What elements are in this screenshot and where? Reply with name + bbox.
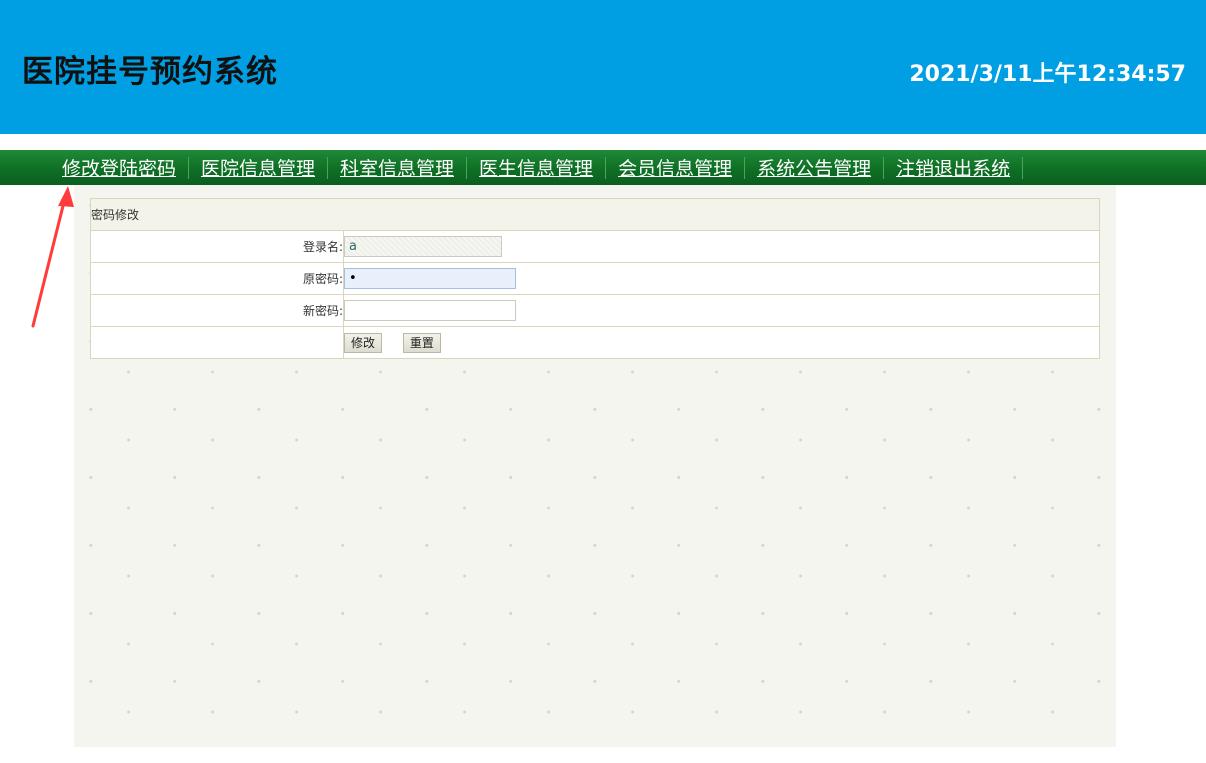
current-datetime: 2021/3/11上午12:34:57 [909, 62, 1186, 87]
content-area: 密码修改 登录名: a 原密码: • 新密码: 修改 重置 [74, 185, 1116, 747]
submit-button[interactable]: 修改 [344, 332, 383, 353]
nav-separator [1022, 156, 1024, 179]
app-header: 医院挂号预约系统 2021/3/11上午12:34:57 [0, 0, 1206, 134]
form-row-actions: 修改 重置 [90, 326, 1100, 359]
arrow-icon [31, 186, 74, 328]
app-title: 医院挂号预约系统 [22, 54, 278, 90]
login-name-field[interactable]: a [344, 236, 502, 257]
nav-item-announcements[interactable]: 系统公告管理 [745, 154, 883, 181]
nav-item-department-info[interactable]: 科室信息管理 [328, 154, 466, 181]
nav-item-change-password[interactable]: 修改登陆密码 [50, 154, 188, 181]
form-row-new-password: 新密码: [90, 294, 1100, 327]
login-name-label: 登录名: [90, 230, 344, 263]
nav-item-doctor-info[interactable]: 医生信息管理 [467, 154, 605, 181]
new-password-label: 新密码: [90, 294, 344, 327]
old-password-field[interactable]: • [344, 268, 516, 289]
main-nav: 修改登陆密码 医院信息管理 科室信息管理 医生信息管理 会员信息管理 系统公告管… [0, 150, 1206, 185]
form-row-old-password: 原密码: • [90, 262, 1100, 295]
nav-item-logout[interactable]: 注销退出系统 [884, 154, 1022, 181]
new-password-field[interactable] [344, 300, 516, 321]
nav-list: 修改登陆密码 医院信息管理 科室信息管理 医生信息管理 会员信息管理 系统公告管… [50, 150, 1024, 185]
reset-button[interactable]: 重置 [402, 332, 441, 353]
form-row-login-name: 登录名: a [90, 230, 1100, 263]
form-caption: 密码修改 [90, 198, 1100, 231]
password-change-form: 密码修改 登录名: a 原密码: • 新密码: 修改 重置 [90, 198, 1100, 359]
nav-item-member-info[interactable]: 会员信息管理 [606, 154, 744, 181]
nav-item-hospital-info[interactable]: 医院信息管理 [189, 154, 327, 181]
old-password-label: 原密码: [90, 262, 344, 295]
form-caption-row: 密码修改 [90, 198, 1100, 231]
